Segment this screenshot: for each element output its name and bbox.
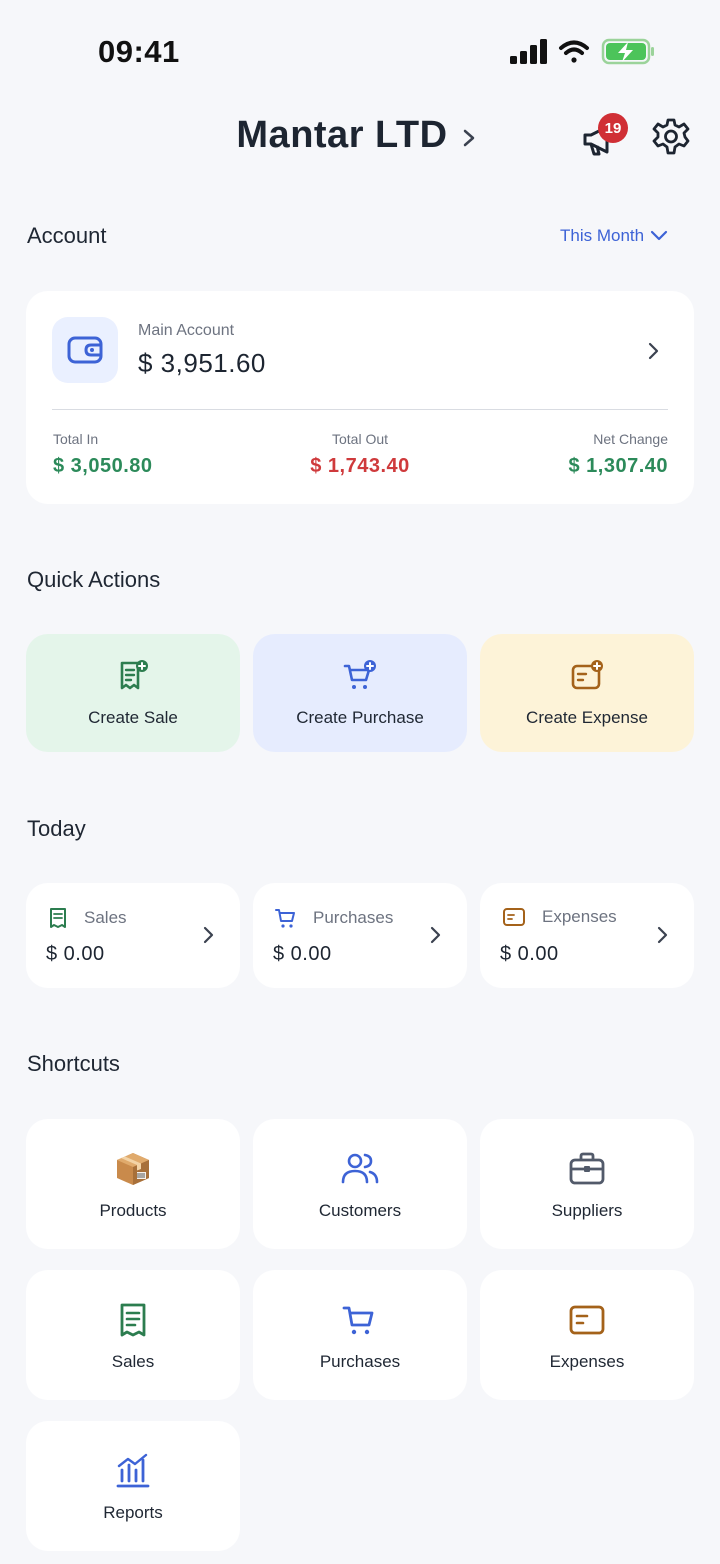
shortcut-customers[interactable]: Customers (253, 1119, 467, 1249)
chevron-right-icon (648, 342, 659, 360)
total-in-label: Total In (53, 431, 99, 447)
wallet-card-plus-icon (571, 660, 603, 690)
company-name: Mantar LTD (236, 114, 448, 156)
net-change-label: Net Change (593, 431, 668, 447)
total-in-value: $ 3,050.80 (53, 455, 153, 477)
shortcut-purchases[interactable]: Purchases (253, 1270, 467, 1400)
card-icon (569, 1305, 605, 1335)
shortcut-suppliers-label: Suppliers (551, 1201, 623, 1220)
create-expense-button[interactable]: Create Expense (480, 634, 694, 752)
shortcuts-title: Shortcuts (27, 1051, 120, 1076)
status-icons (510, 38, 654, 65)
bar-chart-icon (116, 1453, 150, 1488)
shortcut-purchases-label: Purchases (319, 1352, 401, 1371)
main-account-label: Main Account (138, 322, 235, 339)
chevron-right-icon (430, 926, 441, 944)
shortcut-reports-label: Reports (103, 1503, 163, 1522)
chevron-down-icon (650, 230, 668, 241)
receipt-icon (50, 908, 66, 928)
create-sale-button[interactable]: Create Sale (26, 634, 240, 752)
card-icon (503, 908, 525, 926)
account-section-title: Account (27, 223, 107, 248)
cart-icon (275, 909, 295, 928)
today-expenses-card[interactable]: Expenses $ 0.00 (480, 883, 694, 988)
shortcut-sales[interactable]: Sales (26, 1270, 240, 1400)
shortcut-sales-label: Sales (111, 1352, 155, 1371)
today-sales-value: $ 0.00 (46, 943, 105, 965)
create-sale-label: Create Sale (88, 708, 178, 727)
wifi-icon (559, 40, 589, 63)
chevron-right-icon (203, 926, 214, 944)
gear-icon[interactable] (650, 116, 692, 158)
total-out-value: $ 1,743.40 (310, 455, 410, 477)
receipt-icon (120, 1303, 146, 1337)
cellular-signal-icon (510, 39, 547, 64)
status-time: 09:41 (98, 34, 180, 69)
quick-actions-title: Quick Actions (27, 567, 161, 592)
chevron-right-icon (657, 926, 668, 944)
shortcut-suppliers[interactable]: Suppliers (480, 1119, 694, 1249)
period-label: This Month (560, 226, 645, 245)
battery-charging-icon (601, 38, 654, 65)
total-out-label: Total Out (331, 431, 389, 447)
receipt-plus-icon (120, 660, 148, 690)
today-sales-card[interactable]: Sales $ 0.00 (26, 883, 240, 988)
cart-plus-icon (343, 660, 376, 689)
wallet-icon (67, 336, 103, 364)
package-icon (117, 1153, 149, 1185)
account-divider (52, 409, 668, 410)
shortcut-products-label: Products (99, 1201, 167, 1220)
shortcut-expenses-label: Expenses (549, 1352, 625, 1371)
net-change-value: $ 1,307.40 (568, 455, 668, 477)
wallet-icon-box (52, 317, 118, 383)
today-purchases-card[interactable]: Purchases $ 0.00 (253, 883, 467, 988)
shortcut-products[interactable]: Products (26, 1119, 240, 1249)
users-icon (341, 1153, 379, 1184)
create-expense-label: Create Expense (526, 708, 648, 727)
today-expenses-value: $ 0.00 (500, 943, 559, 965)
create-purchase-label: Create Purchase (296, 708, 424, 727)
period-dropdown[interactable]: This Month (560, 226, 668, 246)
create-purchase-button[interactable]: Create Purchase (253, 634, 467, 752)
today-purchases-value: $ 0.00 (273, 943, 332, 965)
briefcase-icon (569, 1152, 605, 1185)
today-sales-label: Sales (84, 908, 127, 927)
chevron-right-icon[interactable] (460, 126, 480, 150)
today-title: Today (27, 816, 86, 841)
notification-badge: 19 (598, 113, 628, 143)
today-purchases-label: Purchases (313, 908, 394, 927)
today-expenses-label: Expenses (542, 907, 617, 926)
shortcut-expenses[interactable]: Expenses (480, 1270, 694, 1400)
main-account-balance: $ 3,951.60 (138, 348, 266, 378)
shortcut-customers-label: Customers (318, 1201, 402, 1220)
cart-icon (342, 1306, 374, 1335)
shortcut-reports[interactable]: Reports (26, 1421, 240, 1551)
